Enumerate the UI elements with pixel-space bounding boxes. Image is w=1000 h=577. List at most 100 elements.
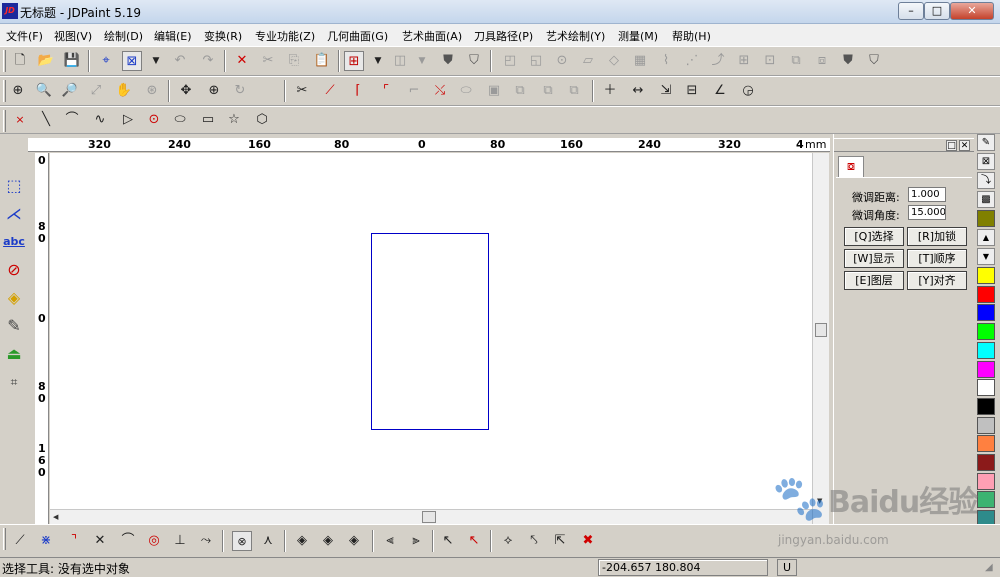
unit-button[interactable]: U [777,559,797,576]
spline-icon[interactable]: ∿ [90,110,110,130]
array-icon[interactable]: ⧉ [538,81,558,101]
line-icon[interactable]: ╲ [36,110,56,130]
color-swatch[interactable] [977,416,995,434]
surface-tool-icon[interactable]: ⋰ [682,51,702,71]
zoom-out-icon[interactable]: 🔎 [60,81,80,101]
show-button[interactable]: [W]显示 [844,249,904,268]
order-button[interactable]: [T]顺序 [907,249,967,268]
redraw-icon[interactable]: ↻ [230,81,250,101]
select-box-icon[interactable]: ⊠ [122,51,142,71]
dimension-linear-icon[interactable]: ↔ [628,81,648,101]
menu-help[interactable]: 帮助(H) [672,28,711,44]
dimension-angle-icon[interactable]: ∠ [710,81,730,101]
menu-view[interactable]: 视图(V) [54,28,92,44]
zoom-in-icon[interactable]: 🔍 [34,81,54,101]
size-grip-icon[interactable]: ◢ [985,562,993,573]
rectangle-shape[interactable] [371,233,489,430]
horizontal-scrollbar[interactable]: ◀ [50,509,812,524]
array-icon[interactable]: ⧉ [564,81,584,101]
minimize-button[interactable]: – [898,2,924,20]
toolbar-grip[interactable] [3,80,6,102]
no-color-icon[interactable]: ⊠ [977,153,995,170]
array-icon[interactable]: ⧉ [510,81,530,101]
color-swatch[interactable] [977,323,995,341]
maximize-button[interactable]: □ [924,2,950,20]
toolbar-grip[interactable] [3,528,6,550]
layer-stack-icon[interactable]: ⫸ [406,531,426,551]
transform-icon[interactable]: ⟡ [498,531,518,551]
menu-toolpath[interactable]: 刀具路径(P) [474,28,533,44]
ellipse-icon[interactable]: ⬭ [170,110,190,130]
curve-split-icon[interactable]: ⤳ [196,531,216,551]
align-button[interactable]: [Y]对齐 [907,271,967,290]
diamond-grid-icon[interactable]: ◈ [318,531,338,551]
layer-button[interactable]: [E]图层 [844,271,904,290]
chevron-down-icon[interactable]: ▼ [412,51,432,71]
star-icon[interactable]: ☆ [224,110,244,130]
shield-left-icon[interactable]: ⛊ [438,51,458,71]
pan-hand-icon[interactable]: ✋ [114,81,134,101]
chamfer-icon[interactable]: ⌜ [376,81,396,101]
arc-corner-icon[interactable]: ⌒ [118,531,138,551]
offset-icon[interactable]: ⬭ [456,81,476,101]
polygon-icon[interactable]: ⬡ [252,110,272,130]
nc-tool-icon[interactable]: ⌗ [3,370,25,394]
fine-distance-input[interactable] [908,187,946,202]
node-edit-icon[interactable]: ⧇ [838,156,864,178]
text-tool-icon[interactable]: abc [3,230,25,254]
zoom-all-icon[interactable]: ⤢ [86,81,106,101]
lock-button[interactable]: [R]加锁 [907,227,967,246]
scroll-thumb[interactable] [815,323,827,337]
transform-tool-icon[interactable]: ⊘ [3,258,25,282]
snap-icon[interactable]: ⊗ [232,531,252,551]
menu-measure[interactable]: 测量(M) [618,28,658,44]
color-swatch[interactable] [977,304,995,322]
tangent-icon[interactable]: ⋇ [36,531,56,551]
surface-tool-icon[interactable]: ⌇ [656,51,676,71]
scroll-thumb[interactable] [422,511,436,523]
array-icon[interactable]: ▣ [484,81,504,101]
menu-art-surface[interactable]: 艺术曲面(A) [402,28,462,44]
move-icon[interactable]: ✥ [176,81,196,101]
line-tool-icon[interactable]: ⟋ [10,531,30,551]
menu-art-draw[interactable]: 艺术绘制(Y) [546,28,605,44]
color-swatch[interactable] [977,341,995,359]
menu-transform[interactable]: 变换(R) [204,28,242,44]
perpendicular-icon[interactable]: ⊥ [170,531,190,551]
pattern-icon[interactable]: ▩ [977,191,995,208]
surface-tool-icon[interactable]: ⧉ [786,51,806,71]
diamond-grid-icon[interactable]: ◈ [344,531,364,551]
menu-pro[interactable]: 专业功能(Z) [255,28,315,44]
surface-tool-icon[interactable]: ◇ [604,51,624,71]
zoom-fit-icon[interactable]: ⊛ [142,81,162,101]
break-icon[interactable]: ⟋ [320,81,340,101]
circle-icon[interactable]: ⊙ [144,110,164,130]
shield-right-icon[interactable]: ⛉ [464,51,484,71]
dimension-radius-icon[interactable]: ◶ [738,81,758,101]
layer-stack-icon[interactable]: ⫷ [380,531,400,551]
color-swatch[interactable] [977,435,995,453]
drawing-canvas[interactable] [50,153,812,511]
cut-icon[interactable]: ✂ [258,51,278,71]
color-swatch[interactable] [977,454,995,471]
surface-tool-icon[interactable]: ⊡ [760,51,780,71]
color-swatch[interactable] [977,267,995,284]
zoom-window-icon[interactable]: ⊕ [8,81,28,101]
scroll-left-icon[interactable]: ◀ [53,513,58,521]
transform-icon[interactable]: ⤣ [524,531,544,551]
dimension-aligned-icon[interactable]: ⇲ [656,81,676,101]
crosshair-icon[interactable]: ⌖ [96,51,116,71]
rectangle-icon[interactable]: ▭ [198,110,218,130]
color-swatch[interactable] [977,285,995,303]
menu-draw[interactable]: 绘制(D) [104,28,143,44]
copy-icon[interactable]: ⎘ [284,51,304,71]
circle-target-icon[interactable]: ◎ [144,531,164,551]
transform-icon[interactable]: ⇱ [550,531,570,551]
node-edit-icon[interactable]: ⬚ [3,174,25,198]
surface-tool-icon[interactable]: ⧈ [812,51,832,71]
close-button[interactable]: ✕ [950,2,994,20]
paste-icon[interactable]: 📋 [312,51,332,71]
panel-close-button[interactable]: ✕ [959,140,970,151]
layers-icon[interactable]: ⊞ [344,51,364,71]
pencil-icon[interactable]: ✎ [977,134,995,151]
